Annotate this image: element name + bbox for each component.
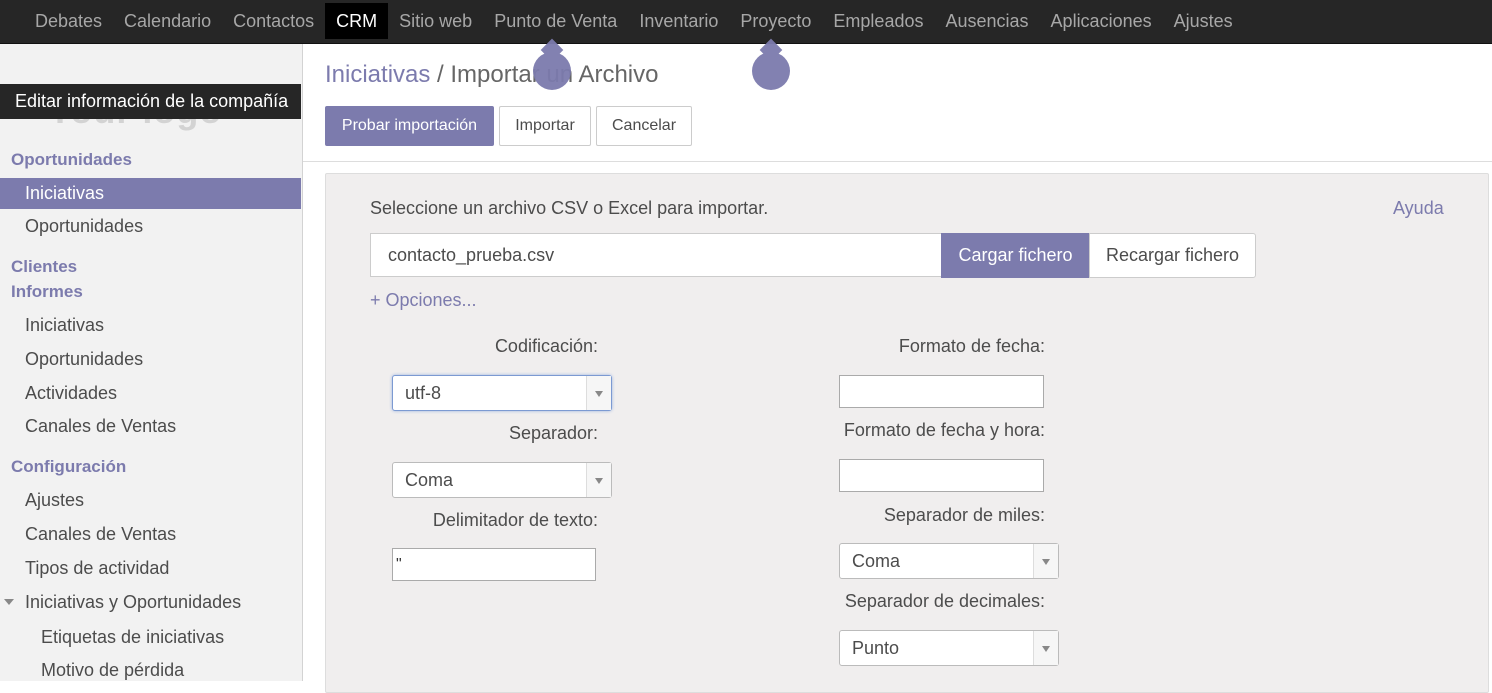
date-format-label: Formato de fecha: [898,336,1045,356]
tour-tip-icon[interactable] [752,52,790,90]
section-oportunidades[interactable]: Oportunidades [11,150,132,170]
file-name-field[interactable]: contacto_prueba.csv [370,233,942,277]
section-configuracion[interactable]: Configuración [11,457,126,477]
separator-value: Coma [405,470,454,490]
datetime-format-input[interactable] [839,459,1044,492]
text-delimiter-input[interactable]: " [392,548,596,581]
nav-item-crm[interactable]: CRM [325,3,389,39]
nav-item-aplicaciones[interactable]: Aplicaciones [1040,0,1163,44]
nav-item-inventario[interactable]: Inventario [628,0,729,44]
reload-file-button[interactable]: Recargar fichero [1089,233,1256,278]
sidebar-item-report-iniciativas[interactable]: Iniciativas [0,310,301,341]
thousands-separator-select[interactable]: Coma [839,543,1059,579]
header-divider [303,161,1492,162]
decimal-separator-value: Punto [852,638,900,658]
company-edit-tooltip: Editar información de la compañía [0,84,301,119]
sidebar-item-config-canales[interactable]: Canales de Ventas [0,519,301,550]
text-delimiter-label: Delimitador de texto: [432,510,598,530]
sidebar-item-tipos-actividad[interactable]: Tipos de actividad [0,553,301,584]
top-navbar: Debates Calendario Contactos CRM Sitio w… [0,0,1492,44]
thousands-separator-label: Separador de miles: [883,505,1045,525]
import-button[interactable]: Importar [499,106,591,146]
date-format-input[interactable] [839,375,1044,408]
breadcrumb: Iniciativas / Importar un Archivo [325,61,658,89]
datetime-format-label: Formato de fecha y hora: [843,420,1045,440]
sidebar-item-iniciativas[interactable]: Iniciativas [0,178,301,209]
nav-item-sitio-web[interactable]: Sitio web [388,0,483,44]
sidebar-item-oportunidades[interactable]: Oportunidades [0,211,301,242]
nav-item-empleados[interactable]: Empleados [822,0,934,44]
app-menu: Debates Calendario Contactos CRM Sitio w… [24,0,1244,44]
encoding-select[interactable]: utf-8 [392,375,612,411]
options-toggle[interactable]: + Opciones... [370,290,477,311]
sidebar-item-iniciativas-oportunidades[interactable]: Iniciativas y Oportunidades [0,587,301,618]
sidebar-item-motivo-perdida[interactable]: Motivo de pérdida [0,655,301,686]
help-link[interactable]: Ayuda [1393,198,1444,219]
import-prompt: Seleccione un archivo CSV o Excel para i… [370,198,769,218]
thousands-separator-value: Coma [852,551,901,571]
chevron-down-icon [586,376,611,410]
nav-item-ausencias[interactable]: Ausencias [934,0,1039,44]
nav-item-contactos[interactable]: Contactos [222,0,325,44]
chevron-down-icon [1033,544,1058,578]
load-file-button[interactable]: Cargar fichero [941,233,1090,278]
nav-item-calendario[interactable]: Calendario [113,0,222,44]
sidebar-item-label: Iniciativas y Oportunidades [25,592,242,612]
sidebar-item-report-actividades[interactable]: Actividades [0,378,301,409]
separator-select[interactable]: Coma [392,462,612,498]
sidebar-item-ajustes[interactable]: Ajustes [0,485,301,516]
cancel-button[interactable]: Cancelar [596,106,692,146]
caret-down-icon [4,599,14,605]
decimal-separator-label: Separador de decimales: [844,591,1045,611]
separator-label: Separador: [508,423,598,443]
encoding-label: Codificación: [494,336,598,356]
decimal-separator-select[interactable]: Punto [839,630,1059,666]
test-import-button[interactable]: Probar importación [325,106,494,146]
sidebar-item-etiquetas[interactable]: Etiquetas de iniciativas [0,622,301,653]
sidebar: Your logo Editar información de la compa… [0,44,303,681]
tour-tip-icon[interactable] [533,52,571,90]
nav-item-proyecto[interactable]: Proyecto [729,0,822,44]
section-clientes[interactable]: Clientes [11,257,77,277]
breadcrumb-link-iniciativas[interactable]: Iniciativas [325,61,430,88]
encoding-value: utf-8 [405,383,442,403]
breadcrumb-separator: / [437,61,444,88]
chevron-down-icon [1033,631,1058,665]
nav-item-debates[interactable]: Debates [24,0,113,44]
section-informes[interactable]: Informes [11,282,83,302]
nav-item-ajustes[interactable]: Ajustes [1163,0,1244,44]
nav-item-punto-de-venta[interactable]: Punto de Venta [483,0,628,44]
chevron-down-icon [586,463,611,497]
sidebar-item-report-canales[interactable]: Canales de Ventas [0,411,301,442]
sidebar-item-report-oportunidades[interactable]: Oportunidades [0,344,301,375]
